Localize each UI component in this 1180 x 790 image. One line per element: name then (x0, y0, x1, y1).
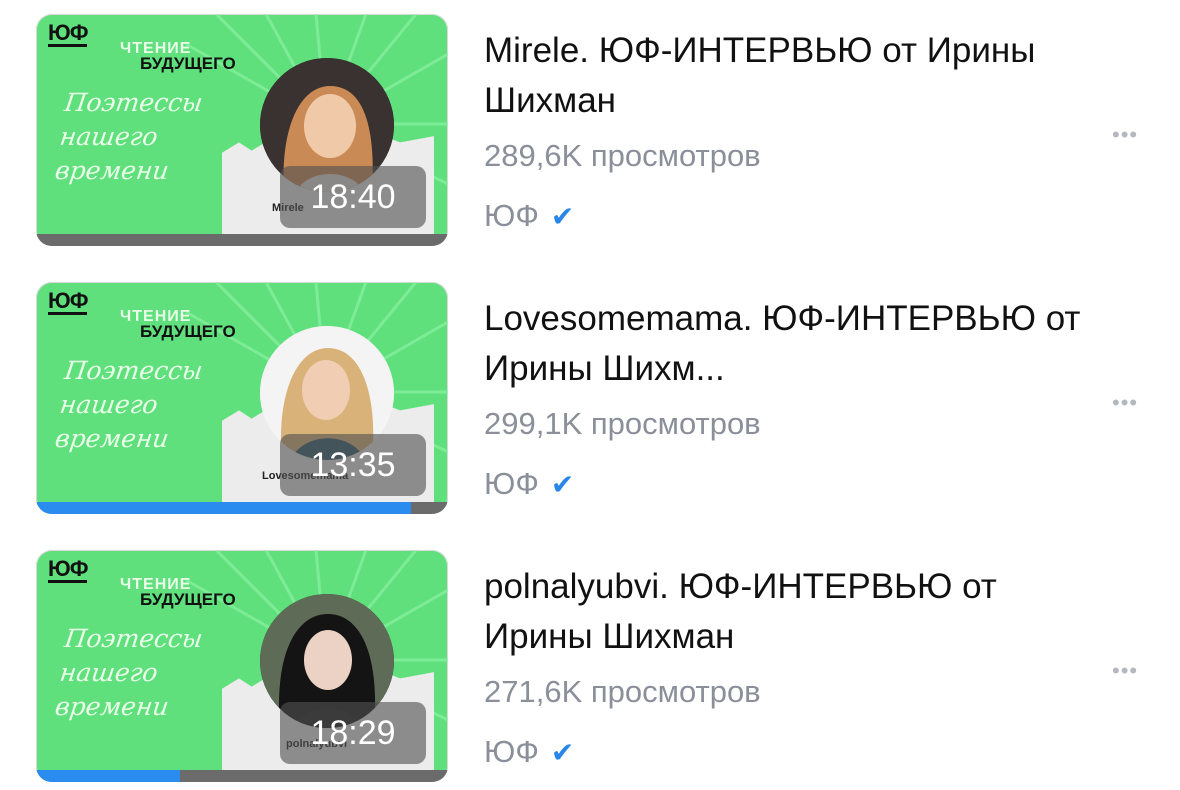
watch-progress-bar (36, 502, 448, 514)
watch-progress-fill (36, 502, 411, 514)
video-thumbnail[interactable]: ЮФ ЧТЕНИЕ БУДУЩЕГО Поэтессы нашего време… (36, 550, 448, 782)
brand-logo: ЮФ (48, 288, 88, 315)
thumb-script-text: Поэтессы нашего времени (53, 356, 205, 453)
view-count: 271,6K просмотров (484, 674, 761, 709)
watch-progress-bar (36, 770, 448, 782)
checkmark-icon: ✔ (550, 469, 575, 500)
channel-name[interactable]: ЮФ ✔ (484, 734, 574, 770)
video-title[interactable]: Lovesomemama. ЮФ-ИНТЕРВЬЮ от Ирины Шихм.… (484, 294, 1084, 394)
watch-progress-fill (36, 770, 181, 782)
thumb-header-line2: БУДУЩЕГО (140, 322, 236, 341)
channel-label: ЮФ (484, 198, 539, 233)
channel-name[interactable]: ЮФ ✔ (484, 198, 574, 234)
video-list-item[interactable]: ЮФ ЧТЕНИЕ БУДУЩЕГО Поэтессы нашего време… (0, 14, 1180, 254)
duration-badge: 18:40 (280, 166, 426, 228)
checkmark-icon: ✔ (550, 737, 575, 768)
watch-progress-bar (36, 234, 448, 246)
duration-badge: 18:29 (280, 702, 426, 764)
brand-logo: ЮФ (48, 20, 88, 47)
video-title[interactable]: Mirele. ЮФ-ИНТЕРВЬЮ от Ирины Шихман (484, 26, 1084, 126)
duration-badge: 13:35 (280, 434, 426, 496)
thumb-script-text: Поэтессы нашего времени (53, 88, 205, 185)
brand-logo: ЮФ (48, 556, 88, 583)
view-count: 299,1K просмотров (484, 406, 761, 441)
thumb-header-line2: БУДУЩЕГО (140, 54, 236, 73)
view-count: 289,6K просмотров (484, 138, 761, 173)
channel-label: ЮФ (484, 466, 539, 501)
thumb-header-line2: БУДУЩЕГО (140, 590, 236, 609)
video-list-item[interactable]: ЮФ ЧТЕНИЕ БУДУЩЕГО Поэтессы нашего време… (0, 550, 1180, 790)
more-options-icon[interactable]: ••• (1112, 122, 1138, 148)
thumb-script-text: Поэтессы нашего времени (53, 624, 205, 721)
video-thumbnail[interactable]: ЮФ ЧТЕНИЕ БУДУЩЕГО Поэтессы нашего време… (36, 14, 448, 246)
checkmark-icon: ✔ (550, 201, 575, 232)
video-title[interactable]: polnalyubvi. ЮФ-ИНТЕРВЬЮ от Ирины Шихман (484, 562, 1084, 662)
video-thumbnail[interactable]: ЮФ ЧТЕНИЕ БУДУЩЕГО Поэтессы нашего време… (36, 282, 448, 514)
channel-name[interactable]: ЮФ ✔ (484, 466, 574, 502)
channel-label: ЮФ (484, 734, 539, 769)
more-options-icon[interactable]: ••• (1112, 390, 1138, 416)
video-list-item[interactable]: ЮФ ЧТЕНИЕ БУДУЩЕГО Поэтессы нашего време… (0, 282, 1180, 522)
more-options-icon[interactable]: ••• (1112, 658, 1138, 684)
